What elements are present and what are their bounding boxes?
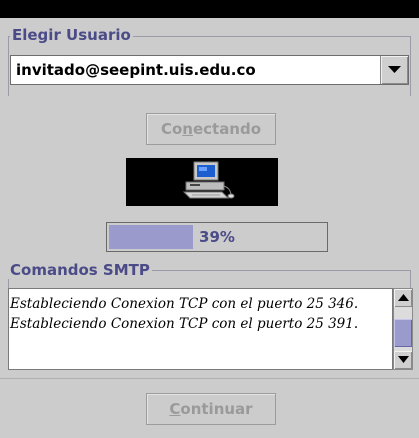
computer-icon — [182, 161, 235, 199]
window-top-bar — [0, 0, 419, 18]
continue-button[interactable]: Continuar — [146, 393, 276, 425]
continue-mnemonic: C — [169, 400, 181, 418]
log-line: Estableciendo Conexion TCP con el puerto… — [10, 316, 359, 332]
bottom-separator — [0, 378, 419, 379]
scroll-down-button[interactable] — [394, 351, 412, 369]
log-line: Estableciendo Conexion TCP con el puerto… — [10, 296, 359, 312]
user-select[interactable]: invitado@seepint.uis.edu.co — [10, 55, 409, 85]
user-group-legend: Elegir Usuario — [10, 26, 133, 44]
smtp-group-legend: Comandos SMTP — [8, 261, 152, 279]
scroll-thumb[interactable] — [394, 319, 412, 347]
connect-button[interactable]: Conectando — [146, 113, 276, 145]
connect-mnemonic: n — [182, 120, 193, 138]
smtp-log[interactable]: Estableciendo Conexion TCP con el puerto… — [8, 288, 393, 370]
scroll-up-button[interactable] — [394, 289, 412, 307]
chevron-down-icon — [388, 66, 401, 73]
user-select-dropdown-button[interactable] — [380, 56, 408, 84]
connection-animation — [126, 158, 278, 206]
scroll-up-icon — [398, 294, 409, 301]
progress-bar: 39% — [106, 222, 328, 252]
smtp-log-scrollbar[interactable] — [393, 288, 413, 370]
progress-text: 39% — [199, 228, 235, 246]
scroll-down-icon — [398, 356, 409, 363]
selected-user-value: invitado@seepint.uis.edu.co — [16, 61, 256, 79]
